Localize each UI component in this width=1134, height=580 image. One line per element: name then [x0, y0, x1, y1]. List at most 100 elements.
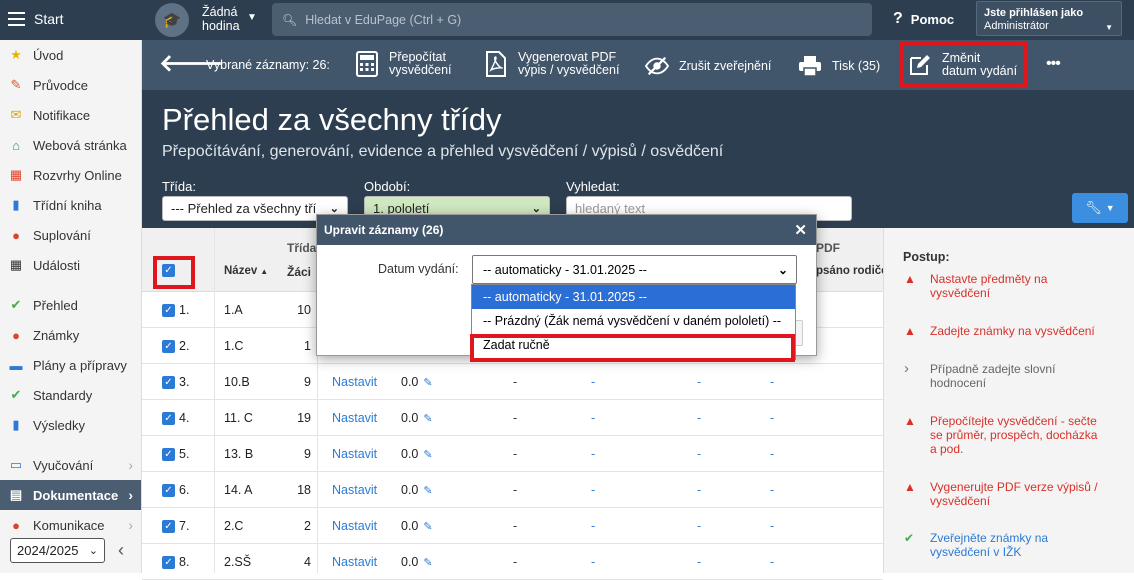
close-icon[interactable]: ✕ [794, 221, 807, 239]
sidebar-item-vyučování[interactable]: ▭ Vyučování › [0, 450, 141, 480]
nastavit-cell[interactable]: Nastavit [332, 472, 377, 508]
pencil-icon[interactable]: ✎ [423, 448, 432, 461]
row-checkbox[interactable]: ✓ [162, 375, 175, 389]
recalculate-button[interactable]: Přepočítat vysvědčení [355, 51, 452, 77]
sidebar-item-notifikace[interactable]: ✉ Notifikace [0, 100, 141, 130]
start-label[interactable]: Start [34, 11, 64, 27]
search-box[interactable]: 🔍︎ Hledat v EduPage (Ctrl + G) [272, 3, 872, 36]
sidebar-item-rozvrhy-online[interactable]: ▦ Rozvrhy Online [0, 160, 141, 190]
row-checkbox[interactable]: ✓ [162, 447, 175, 461]
sidebar-item-dokumentace[interactable]: ▤ Dokumentace › [0, 480, 141, 510]
row-select[interactable]: ✓ 6. [162, 472, 189, 508]
unpublish-button[interactable]: Zrušit zveřejnění [645, 53, 771, 79]
nastavit-cell[interactable]: Nastavit [332, 400, 377, 436]
pencil-icon[interactable]: ✎ [423, 520, 432, 533]
table-row[interactable]: ✓ 5. 13. B 9 Nastavit 0.0 ✎ - - - - [142, 436, 883, 472]
student-count: 18 [297, 483, 311, 497]
printer-icon [798, 53, 822, 79]
row-select[interactable]: ✓ 5. [162, 436, 189, 472]
grade-value: 0.0 [401, 555, 419, 569]
row-checkbox[interactable]: ✓ [162, 411, 175, 425]
issue-date-label: Datum vydání: [378, 262, 459, 276]
procedure-step[interactable]: ▲ Vygenerujte PDF verze výpisů / vysvědče… [904, 480, 1104, 508]
pencil-icon[interactable]: ✎ [423, 556, 432, 569]
sidebar-item-úvod[interactable]: ★ Úvod [0, 40, 141, 70]
generate-pdf-button[interactable]: Vygenerovat PDF výpis / vysvědčení [484, 51, 619, 77]
row-number: 2. [179, 339, 190, 353]
option-empty[interactable]: -- Prázdný (Žák nemá vysvědčení v daném … [472, 309, 795, 333]
pencil-icon[interactable]: ✎ [423, 484, 432, 497]
sidebar-item-průvodce[interactable]: ✎ Průvodce [0, 70, 141, 100]
nastavit-cell[interactable]: Nastavit [332, 544, 377, 580]
class-name-cell: 1.C [224, 328, 243, 364]
procedure-step[interactable]: › Případně zadejte slovní hodnocení [904, 361, 1104, 390]
row-select[interactable]: ✓ 4. [162, 400, 189, 436]
sidebar-item-známky[interactable]: ● Známky [0, 320, 141, 350]
row-select[interactable]: ✓ 8. [162, 544, 189, 580]
nastavit-link[interactable]: Nastavit [332, 483, 377, 497]
row-select[interactable]: ✓ 1. [162, 292, 189, 328]
table-row[interactable]: ✓ 4. 11. C 19 Nastavit 0.0 ✎ - - - - [142, 400, 883, 436]
collapse-sidebar-icon[interactable]: ‹ [118, 540, 124, 561]
table-row[interactable]: ✓ 6. 14. A 18 Nastavit 0.0 ✎ - - - - [142, 472, 883, 508]
eye-slash-icon [645, 53, 669, 79]
sidebar: ★ Úvod ✎ Průvodce ✉ Notifikace ⌂ Webová stránka… [0, 40, 142, 573]
sidebar-item-výsledky[interactable]: ▮ Výsledky [0, 410, 141, 440]
procedure-step[interactable]: ▲ Přepočítejte vysvědčení - sečte se prům… [904, 414, 1104, 456]
nastavit-link[interactable]: Nastavit [332, 519, 377, 533]
dash-cell: - [697, 519, 702, 533]
row-checkbox[interactable]: ✓ [162, 339, 175, 353]
sidebar-item-label: Rozvrhy Online [33, 167, 122, 183]
more-options-icon[interactable]: ••• [1046, 55, 1061, 73]
table-row[interactable]: ✓ 8. 2.SŠ 4 Nastavit 0.0 ✎ - - - - [142, 544, 883, 580]
print-button[interactable]: Tisk (35) [798, 53, 880, 79]
chevron-down-icon[interactable]: ▼ [247, 12, 257, 23]
row-checkbox[interactable]: ✓ [162, 483, 175, 497]
pencil-icon[interactable]: ✎ [423, 376, 432, 389]
row-select[interactable]: ✓ 2. [162, 328, 189, 364]
dash-cell: - [591, 483, 596, 497]
nastavit-link[interactable]: Nastavit [332, 411, 377, 425]
nastavit-cell[interactable]: Nastavit [332, 508, 377, 544]
procedure-step[interactable]: ✔ Zveřejněte známky na vysvědčení v IŽK [904, 531, 1104, 559]
row-checkbox[interactable]: ✓ [162, 519, 175, 533]
sidebar-item-webová-stránka[interactable]: ⌂ Webová stránka [0, 130, 141, 160]
procedure-step[interactable]: ▲ Zadejte známky na vysvědčení [904, 324, 1104, 338]
dash-cell: - [770, 375, 775, 389]
row-select[interactable]: ✓ 3. [162, 364, 189, 400]
sidebar-item-standardy[interactable]: ✔ Standardy [0, 380, 141, 410]
issue-date-select[interactable]: -- automaticky - 31.01.2025 -- ⌄ [472, 255, 797, 284]
table-row[interactable]: ✓ 7. 2.C 2 Nastavit 0.0 ✎ - - - - [142, 508, 883, 544]
class-name: 14. A [224, 483, 253, 497]
year-select[interactable]: 2024/2025 ⌄ [10, 538, 105, 563]
hour-avatar-icon[interactable]: 🎓 [155, 3, 189, 37]
sidebar-item-plány-a-přípravy[interactable]: ▬ Plány a přípravy [0, 350, 141, 380]
row-checkbox[interactable]: ✓ [162, 555, 175, 569]
help-button[interactable]: ? Pomoc [893, 10, 954, 28]
star-icon: ★ [10, 47, 22, 62]
menu-icon[interactable] [8, 12, 25, 26]
sidebar-item-přehled[interactable]: ✔ Přehled [0, 290, 141, 320]
classroom-icon: ▭ [9, 457, 23, 472]
tools-dropdown-button[interactable]: 🔧︎ ▼ [1072, 193, 1128, 223]
user-menu[interactable]: Jste přihlášen jako Administrátor ▼ [976, 1, 1122, 36]
row-checkbox[interactable]: ✓ [162, 303, 175, 317]
procedure-step[interactable]: ▲ Nastavte předměty na vysvědčení [904, 272, 1104, 300]
nastavit-link[interactable]: Nastavit [332, 447, 377, 461]
nastavit-cell[interactable]: Nastavit [332, 364, 377, 400]
nastavit-link[interactable]: Nastavit [332, 555, 377, 569]
sidebar-item-label: Přehled [33, 297, 78, 313]
hour-selector[interactable]: Žádná hodina [202, 5, 240, 33]
sidebar-item-komunikace[interactable]: ● Komunikace › [0, 510, 141, 540]
pencil-icon[interactable]: ✎ [423, 412, 432, 425]
column-header-name[interactable]: Název ▲ [224, 265, 268, 277]
option-automatic[interactable]: -- automaticky - 31.01.2025 -- [472, 285, 795, 309]
row-select[interactable]: ✓ 7. [162, 508, 189, 544]
table-row[interactable]: ✓ 3. 10.B 9 Nastavit 0.0 ✎ - - - - [142, 364, 883, 400]
sidebar-item-třídní-kniha[interactable]: ▮ Třídní kniha [0, 190, 141, 220]
class-name-cell: 11. C [224, 400, 253, 436]
sidebar-item-události[interactable]: ▦ Události [0, 250, 141, 280]
nastavit-cell[interactable]: Nastavit [332, 436, 377, 472]
sidebar-item-suplování[interactable]: ● Suplování [0, 220, 141, 250]
nastavit-link[interactable]: Nastavit [332, 375, 377, 389]
